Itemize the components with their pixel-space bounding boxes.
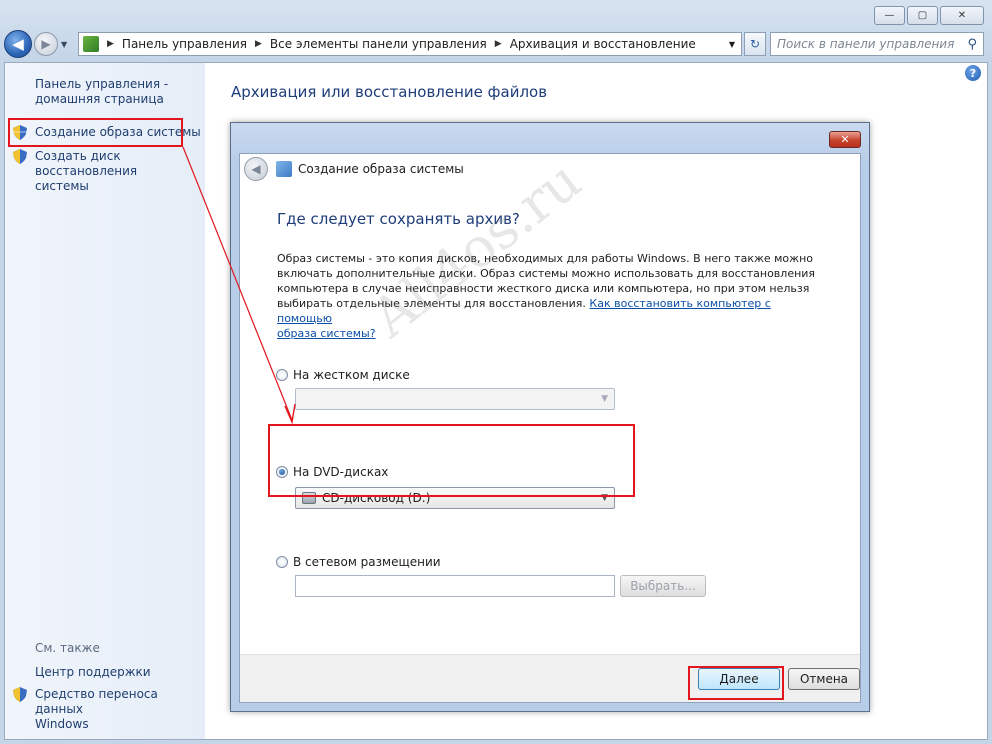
option-network-label: В сетевом размещении <box>293 555 441 569</box>
breadcrumb-control-panel[interactable]: Панель управления <box>122 37 247 51</box>
chevron-down-icon: ▼ <box>601 394 608 404</box>
breadcrumb-backup-restore[interactable]: Архивация и восстановление <box>510 37 696 51</box>
chevron-right-icon[interactable]: ▶ <box>495 39 502 49</box>
recovery-disc-line2: системы <box>35 179 89 193</box>
dialog-description: Образ системы - это копия дисков, необхо… <box>277 251 817 341</box>
option-network[interactable]: В сетевом размещении <box>276 555 441 569</box>
dialog-header: ◀ Создание образа системы <box>240 154 860 184</box>
sidebar-home-line1: Панель управления - <box>35 77 169 91</box>
search-icon[interactable]: ⚲ <box>967 37 977 52</box>
option-hard-disk-label: На жестком диске <box>293 368 410 382</box>
highlight-box-next-button <box>688 666 784 700</box>
minimize-button[interactable]: — <box>874 6 905 25</box>
back-button[interactable]: ◀ <box>4 30 32 58</box>
radio-network[interactable] <box>276 556 288 568</box>
create-system-image-dialog: ✕ ◀ Создание образа системы Где следует … <box>230 122 870 712</box>
sidebar: Панель управления - домашняя страница Со… <box>5 63 205 739</box>
address-bar[interactable]: ▶ Панель управления ▶ Все элементы панел… <box>78 32 742 56</box>
network-location-input[interactable] <box>295 575 615 597</box>
easy-transfer-line2: Windows <box>35 717 89 731</box>
maximize-button[interactable]: ▢ <box>907 6 938 25</box>
system-image-icon <box>276 161 292 177</box>
dialog-close-button[interactable]: ✕ <box>829 131 861 148</box>
highlight-box-dvd-option <box>268 424 635 497</box>
navigation-bar: ◀ ▶ ▼ ▶ Панель управления ▶ Все элементы… <box>4 30 988 58</box>
description-line: Образ системы - это копия дисков, необхо… <box>277 252 813 265</box>
description-line-4: выбирать отдельные элементы для восстано… <box>277 297 590 310</box>
page-title: Архивация или восстановление файлов <box>231 83 548 101</box>
chevron-right-icon[interactable]: ▶ <box>255 39 262 49</box>
search-placeholder: Поиск в панели управления <box>777 37 955 51</box>
sidebar-home-line2: домашняя страница <box>35 92 164 106</box>
chevron-right-icon[interactable]: ▶ <box>107 39 114 49</box>
sidebar-item-easy-transfer[interactable]: Средство переноса данных Windows <box>35 687 205 732</box>
shield-icon <box>13 149 27 164</box>
see-also-heading: См. также <box>35 641 100 655</box>
shield-icon <box>13 687 27 702</box>
forward-button[interactable]: ▶ <box>34 32 58 56</box>
hard-disk-select[interactable]: ▼ <box>295 388 615 410</box>
search-input[interactable]: Поиск в панели управления ⚲ <box>770 32 984 56</box>
sidebar-item-create-recovery-disc[interactable]: Создать диск восстановления системы <box>35 149 205 194</box>
control-panel-icon <box>83 36 99 52</box>
cancel-button[interactable]: Отмена <box>788 668 860 690</box>
sidebar-home-link[interactable]: Панель управления - домашняя страница <box>35 77 168 107</box>
sidebar-item-action-center[interactable]: Центр поддержки <box>35 665 151 680</box>
recovery-disc-line1: Создать диск восстановления <box>35 149 138 178</box>
browse-button[interactable]: Выбрать... <box>620 575 706 597</box>
dialog-back-button[interactable]: ◀ <box>244 157 268 181</box>
description-line: компьютера в случае неисправности жестко… <box>277 282 810 295</box>
option-hard-disk[interactable]: На жестком диске <box>276 368 410 382</box>
help-link-cont[interactable]: образа системы? <box>277 327 376 340</box>
close-button[interactable]: ✕ <box>940 6 984 25</box>
window-caption-buttons: — ▢ ✕ <box>874 6 984 25</box>
description-line: образа системы? <box>277 326 817 341</box>
easy-transfer-line1: Средство переноса данных <box>35 687 158 716</box>
highlight-box-sidebar <box>8 118 183 147</box>
dialog-heading: Где следует сохранять архив? <box>277 210 520 228</box>
refresh-button[interactable]: ↻ <box>744 32 766 56</box>
dialog-title: Создание образа системы <box>298 162 464 176</box>
recent-pages-dropdown[interactable]: ▼ <box>61 40 67 49</box>
help-icon[interactable]: ? <box>965 65 981 81</box>
description-line: включать дополнительные диски. Образ сис… <box>277 267 816 280</box>
description-line: выбирать отдельные элементы для восстано… <box>277 296 817 326</box>
radio-hard-disk[interactable] <box>276 369 288 381</box>
breadcrumb-all-items[interactable]: Все элементы панели управления <box>270 37 487 51</box>
address-dropdown-icon[interactable]: ▼ <box>729 40 735 49</box>
